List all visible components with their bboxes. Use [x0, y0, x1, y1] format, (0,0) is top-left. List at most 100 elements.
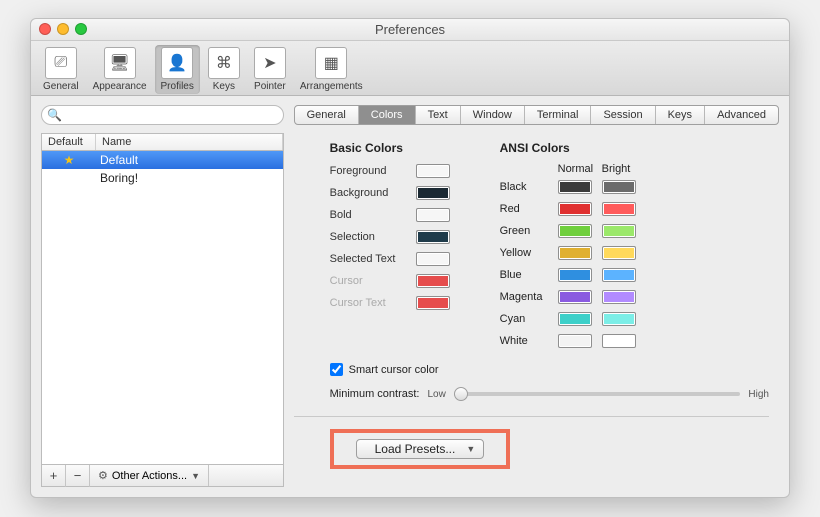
keyboard-icon: ⌘ [208, 47, 240, 79]
minimum-contrast-row: Minimum contrast: Low High [330, 388, 769, 400]
ansi-normal-swatch[interactable] [558, 202, 592, 216]
contrast-low-label: Low [427, 389, 445, 400]
ansi-label: Cyan [500, 313, 558, 325]
ansi-normal-swatch[interactable] [558, 334, 592, 348]
tab-window[interactable]: Window [461, 106, 525, 124]
ansi-bright-swatch[interactable] [602, 224, 636, 238]
ansi-label: Blue [500, 269, 558, 281]
tab-session[interactable]: Session [591, 106, 655, 124]
list-header: Default Name [41, 133, 284, 150]
toolbar-keys[interactable]: ⌘Keys [202, 45, 246, 94]
color-row: Background [330, 185, 450, 201]
color-row: Bold [330, 207, 450, 223]
color-row: Selection [330, 229, 450, 245]
monitor-icon: 🖥 [104, 47, 136, 79]
other-actions-menu[interactable]: ⚙ Other Actions... ▼ [90, 465, 209, 486]
tab-keys[interactable]: Keys [656, 106, 705, 124]
close-icon[interactable] [39, 23, 51, 35]
color-label: Selection [330, 231, 416, 243]
toolbar-pointer[interactable]: ➤Pointer [248, 45, 292, 94]
search-input[interactable] [41, 105, 284, 125]
color-swatch[interactable] [416, 230, 450, 244]
profile-icon: 👤 [161, 47, 193, 79]
ansi-bright-swatch[interactable] [602, 290, 636, 304]
header-name[interactable]: Name [96, 134, 283, 150]
chevron-down-icon: ▼ [466, 444, 475, 454]
toolbar-appearance[interactable]: 🖥Appearance [87, 45, 153, 94]
preferences-window: Preferences ⎚General 🖥Appearance 👤Profil… [30, 18, 790, 498]
load-presets-label: Load Presets... [375, 442, 456, 456]
color-swatch[interactable] [416, 252, 450, 266]
gear-icon: ⚙ [98, 469, 108, 482]
search-icon: 🔍 [47, 108, 62, 122]
zoom-icon[interactable] [75, 23, 87, 35]
load-presets-button[interactable]: Load Presets... ▼ [356, 439, 485, 459]
color-label: Bold [330, 209, 416, 221]
tab-advanced[interactable]: Advanced [705, 106, 778, 124]
list-item[interactable]: ★ Default [42, 151, 283, 169]
ansi-bright-swatch[interactable] [602, 202, 636, 216]
minimize-icon[interactable] [57, 23, 69, 35]
add-button[interactable]: + [42, 465, 66, 487]
colors-pane: Basic Colors ForegroundBackgroundBoldSel… [294, 135, 779, 487]
color-row: Cursor [330, 273, 450, 289]
ansi-normal-swatch[interactable] [558, 290, 592, 304]
color-row: Cursor Text [330, 295, 450, 311]
titlebar: Preferences [31, 19, 789, 41]
ansi-bright-swatch[interactable] [602, 180, 636, 194]
ansi-normal-swatch[interactable] [558, 312, 592, 326]
ansi-row: Yellow [500, 245, 646, 261]
color-label: Selected Text [330, 253, 416, 265]
color-row: Selected Text [330, 251, 450, 267]
chevron-down-icon: ▼ [191, 471, 200, 481]
profile-name: Boring! [96, 171, 283, 185]
ansi-normal-swatch[interactable] [558, 224, 592, 238]
toolbar-arrangements[interactable]: ▦Arrangements [294, 45, 369, 94]
ansi-row: Green [500, 223, 646, 239]
ansi-row: Red [500, 201, 646, 217]
content: 🔍 Default Name ★ Default Boring! + − [31, 97, 789, 497]
ansi-label: Green [500, 225, 558, 237]
smart-cursor-checkbox[interactable] [330, 363, 343, 376]
pointer-icon: ➤ [254, 47, 286, 79]
tab-text[interactable]: Text [416, 106, 461, 124]
color-label: Cursor Text [330, 297, 416, 309]
contrast-slider[interactable] [454, 392, 741, 396]
toolbar-general[interactable]: ⎚General [37, 45, 85, 94]
ansi-bright-swatch[interactable] [602, 312, 636, 326]
tab-colors[interactable]: Colors [359, 106, 416, 124]
color-swatch[interactable] [416, 186, 450, 200]
color-label: Background [330, 187, 416, 199]
ansi-bright-swatch[interactable] [602, 246, 636, 260]
ansi-bright-swatch[interactable] [602, 334, 636, 348]
color-swatch[interactable] [416, 274, 450, 288]
list-item[interactable]: Boring! [42, 169, 283, 187]
tab-terminal[interactable]: Terminal [525, 106, 592, 124]
profiles-sidebar: 🔍 Default Name ★ Default Boring! + − [41, 105, 284, 487]
remove-button[interactable]: − [66, 465, 90, 487]
ansi-normal-swatch[interactable] [558, 180, 592, 194]
ansi-label: Red [500, 203, 558, 215]
header-default[interactable]: Default [42, 134, 96, 150]
contrast-high-label: High [748, 389, 769, 400]
color-swatch[interactable] [416, 164, 450, 178]
ansi-label: Magenta [500, 291, 558, 303]
ansi-header-bright: Bright [602, 163, 646, 175]
ansi-normal-swatch[interactable] [558, 246, 592, 260]
ansi-normal-swatch[interactable] [558, 268, 592, 282]
slider-thumb[interactable] [454, 387, 468, 401]
color-swatch[interactable] [416, 296, 450, 310]
toolbar-profiles[interactable]: 👤Profiles [155, 45, 200, 94]
color-swatch[interactable] [416, 208, 450, 222]
smart-cursor-row: Smart cursor color [330, 363, 769, 376]
sliders-icon: ⎚ [45, 47, 77, 79]
ansi-label: White [500, 335, 558, 347]
ansi-row: Cyan [500, 311, 646, 327]
ansi-bright-swatch[interactable] [602, 268, 636, 282]
ansi-label: Yellow [500, 247, 558, 259]
smart-cursor-label: Smart cursor color [349, 364, 439, 376]
ansi-row: Blue [500, 267, 646, 283]
tab-general[interactable]: General [295, 106, 359, 124]
ansi-row: Magenta [500, 289, 646, 305]
profile-list[interactable]: ★ Default Boring! [41, 150, 284, 465]
